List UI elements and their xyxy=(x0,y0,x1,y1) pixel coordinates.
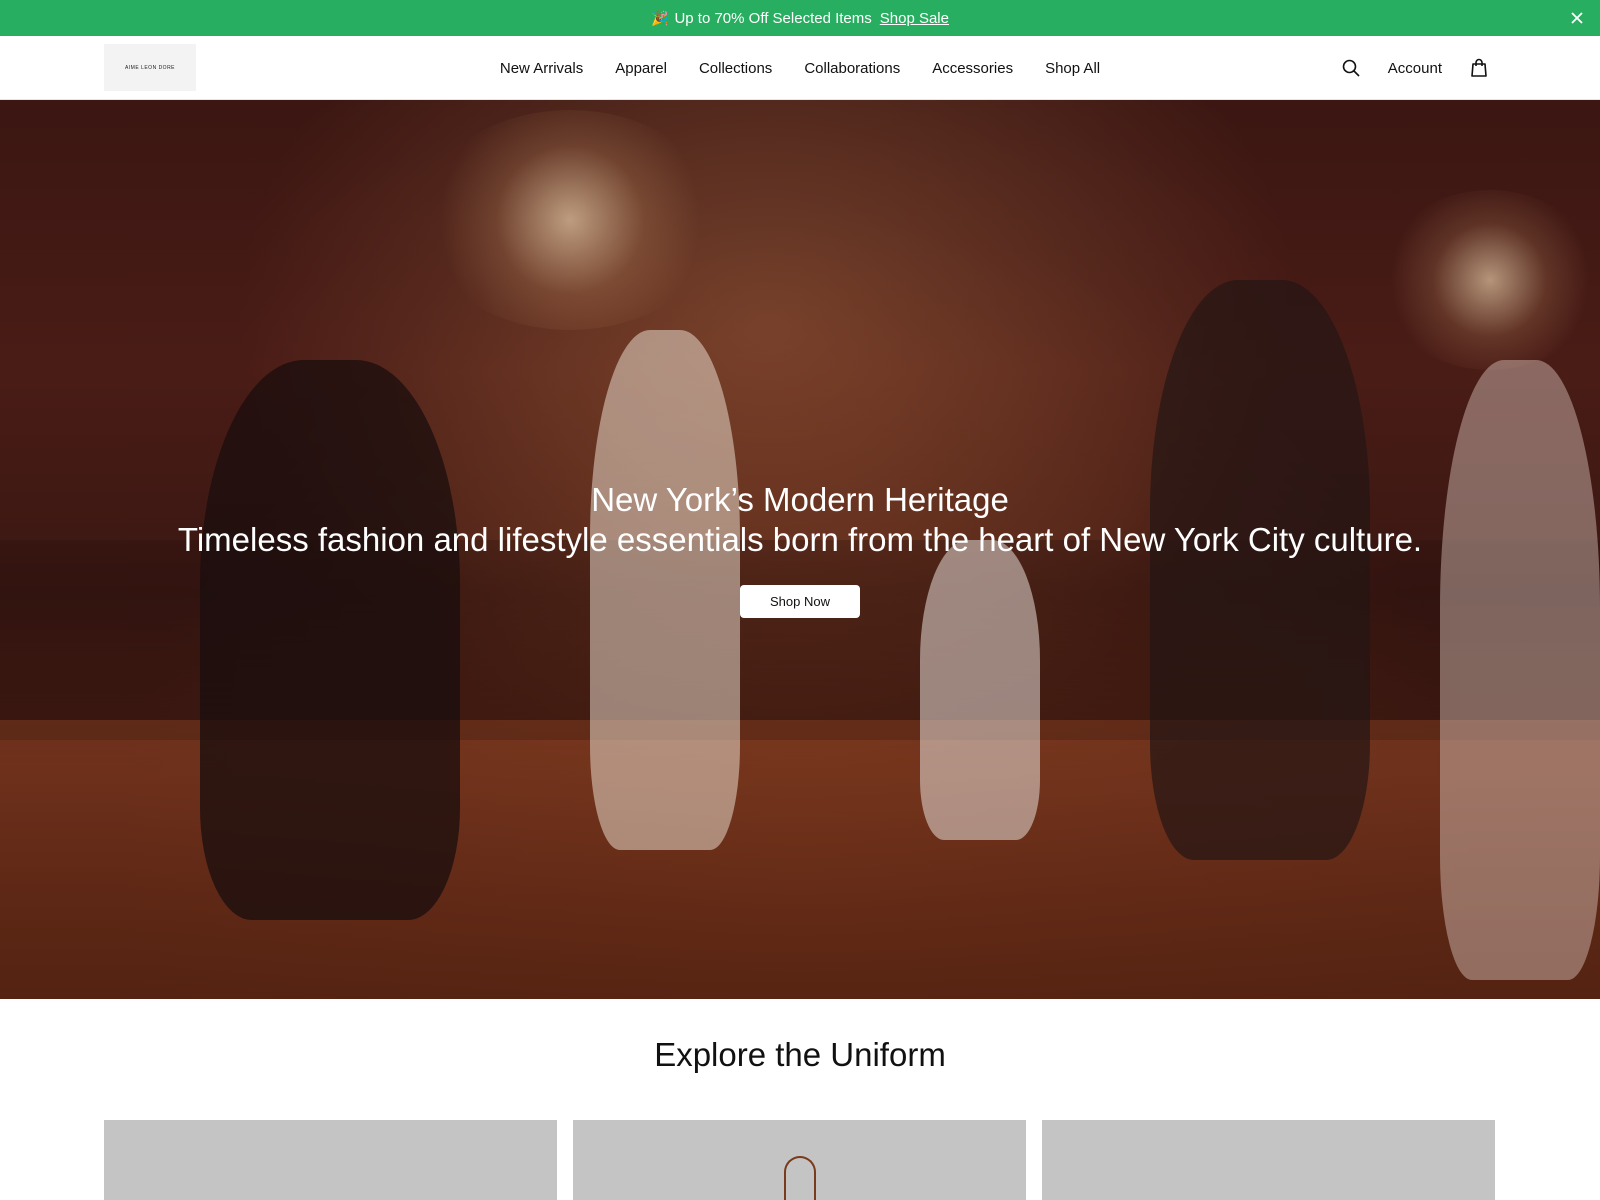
hero-photo-chandelier xyxy=(420,110,720,330)
shop-now-button[interactable]: Shop Now xyxy=(740,585,860,618)
nav-new-arrivals[interactable]: New Arrivals xyxy=(500,60,583,77)
close-icon[interactable] xyxy=(1568,9,1586,27)
site-header: AIME LEON DORE New Arrivals Apparel Coll… xyxy=(0,36,1600,100)
nav-shop-all[interactable]: Shop All xyxy=(1045,60,1100,77)
nav-collections[interactable]: Collections xyxy=(699,60,772,77)
account-link[interactable]: Account xyxy=(1388,60,1442,77)
product-card[interactable] xyxy=(104,1120,557,1200)
header-actions: Account xyxy=(1340,36,1490,100)
nav-collaborations[interactable]: Collaborations xyxy=(804,60,900,77)
shop-sale-link[interactable]: Shop Sale xyxy=(880,10,949,27)
search-icon[interactable] xyxy=(1340,57,1362,79)
brand-logo[interactable]: AIME LEON DORE xyxy=(104,44,196,91)
product-cards xyxy=(104,1120,1496,1200)
strap-icon xyxy=(783,1156,816,1200)
hero-title: New York’s Modern Heritage xyxy=(591,481,1009,518)
hero-photo-dancer xyxy=(1440,360,1600,980)
product-card[interactable] xyxy=(573,1120,1026,1200)
hero-banner: New York’s Modern Heritage Timeless fash… xyxy=(0,100,1600,999)
hero-photo-dancer xyxy=(200,360,460,920)
hero-content: New York’s Modern Heritage Timeless fash… xyxy=(0,480,1600,618)
logo-text: AIME LEON DORE xyxy=(124,64,176,71)
nav-accessories[interactable]: Accessories xyxy=(932,60,1013,77)
product-card[interactable] xyxy=(1042,1120,1495,1200)
party-icon: 🎉 xyxy=(651,9,669,26)
announcement-bar: 🎉 Up to 70% Off Selected Items Shop Sale xyxy=(0,0,1600,36)
nav-apparel[interactable]: Apparel xyxy=(615,60,667,77)
announcement-text: Up to 70% Off Selected Items xyxy=(674,9,872,27)
hero-subtitle: Timeless fashion and lifestyle essential… xyxy=(177,521,1423,558)
explore-title: Explore the Uniform xyxy=(654,1036,946,1073)
bag-icon[interactable] xyxy=(1468,57,1490,79)
hero-photo-chandelier xyxy=(1380,190,1600,370)
